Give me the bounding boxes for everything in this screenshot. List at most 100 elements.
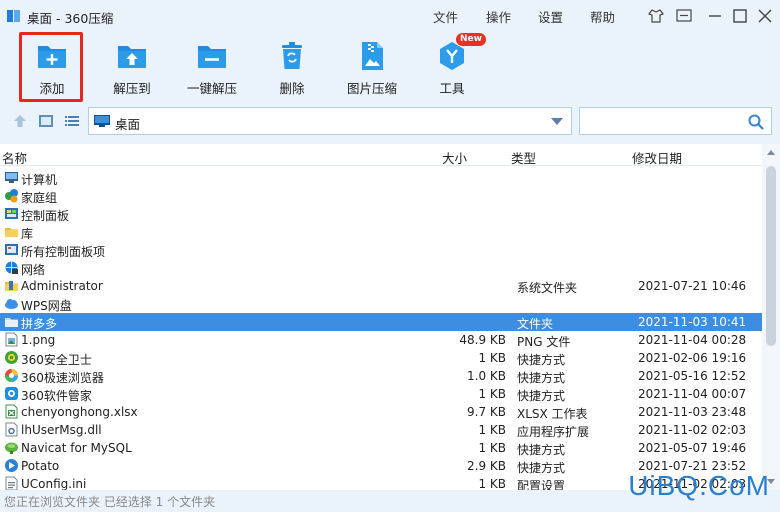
file-modified: 2021-11-04 00:28 (638, 333, 747, 347)
file-name: 家庭组 (21, 191, 58, 205)
file-row[interactable]: 计算机 (0, 169, 762, 187)
file-size: 1.0 KB (467, 369, 506, 383)
file-modified: 2021-11-03 10:41 (638, 315, 747, 329)
file-name: UConfig.ini (21, 477, 87, 490)
file-size: 48.9 KB (459, 333, 506, 347)
skin-icon[interactable] (647, 7, 665, 25)
file-modified: 2021-07-21 10:46 (638, 279, 747, 293)
file-name: chenyonghong.xlsx (21, 405, 138, 419)
file-size: 1 KB (478, 423, 506, 437)
360-software-icon (5, 387, 18, 400)
file-row[interactable]: 360软件管家 1 KB 快捷方式 2021-11-04 00:07 (0, 385, 762, 403)
close-icon[interactable] (756, 7, 774, 25)
file-type: 快捷方式 (517, 371, 566, 385)
image-compress-button[interactable]: 图片压缩 (340, 36, 404, 100)
trash-icon (282, 42, 302, 69)
file-name: WPS网盘 (21, 299, 72, 313)
col-modified[interactable]: 修改日期 (632, 148, 682, 167)
col-type[interactable]: 类型 (511, 148, 536, 167)
menu-help[interactable]: 帮助 (590, 7, 615, 26)
address-path: 桌面 (115, 117, 141, 132)
menu-settings[interactable]: 设置 (538, 7, 563, 26)
search-input[interactable] (579, 107, 772, 135)
feedback-icon[interactable] (675, 7, 693, 25)
file-type: 配置设置 (517, 479, 566, 490)
menu-file[interactable]: 文件 (433, 7, 458, 26)
file-name: 所有控制面板项 (21, 245, 106, 259)
vertical-scrollbar[interactable] (762, 144, 780, 490)
file-type: PNG 文件 (517, 335, 571, 349)
minimize-icon[interactable] (706, 7, 724, 25)
address-bar[interactable]: 桌面 (88, 107, 572, 135)
user-folder-icon (5, 281, 18, 291)
delete-label: 删除 (279, 81, 305, 96)
list-view-icon[interactable] (64, 113, 80, 129)
scroll-thumb[interactable] (766, 166, 776, 346)
watermark: UiBQ.CoM (628, 470, 770, 501)
extract-to-button[interactable]: 解压到 (100, 36, 164, 100)
file-type: 应用程序扩展 (517, 425, 590, 439)
menu-operate[interactable]: 操作 (486, 7, 511, 26)
scroll-up-icon[interactable] (767, 150, 775, 155)
file-row[interactable]: 家庭组 (0, 187, 762, 205)
col-name[interactable]: 名称 (2, 148, 27, 167)
file-name: lhUserMsg.dll (21, 423, 102, 437)
computer-icon (5, 172, 18, 183)
file-row[interactable]: chenyonghong.xlsx 9.7 KB XLSX 工作表 2021-11-0… (0, 403, 762, 421)
file-type: 快捷方式 (517, 461, 566, 475)
file-name: 360极速浏览器 (21, 371, 104, 385)
file-row[interactable]: 控制面板 (0, 205, 762, 223)
file-size: 1 KB (478, 477, 506, 490)
file-name: 库 (21, 227, 34, 241)
extract-to-label: 解压到 (113, 81, 151, 96)
detail-view-icon[interactable] (38, 113, 54, 129)
file-row[interactable]: Administrator 系统文件夹 2021-07-21 10:46 (0, 277, 762, 295)
delete-button[interactable]: 删除 (260, 36, 324, 100)
file-type: 快捷方式 (517, 353, 566, 367)
one-click-extract-label: 一键解压 (186, 81, 237, 96)
control-panel-icon (5, 208, 18, 219)
file-type: 系统文件夹 (517, 281, 578, 295)
list-header: 名称 大小 类型 修改日期 (0, 144, 762, 166)
file-row[interactable]: Navicat for MySQL 1 KB 快捷方式 2021-05-07 19:4… (0, 439, 762, 457)
file-type: 文件夹 (517, 317, 554, 331)
file-row[interactable]: 1.png 48.9 KB PNG 文件 2021-11-04 00:28 (0, 331, 762, 349)
file-name: Administrator (21, 279, 103, 293)
xlsx-file-icon (5, 404, 18, 419)
file-size: 1 KB (478, 351, 506, 365)
file-modified: 2021-05-16 12:52 (638, 369, 747, 383)
up-arrow-icon[interactable] (12, 113, 28, 129)
file-size: 9.7 KB (467, 405, 506, 419)
address-dropdown-icon[interactable] (551, 118, 563, 125)
search-icon[interactable] (747, 113, 765, 131)
new-badge: New (456, 33, 486, 46)
file-row[interactable]: WPS网盘 (0, 295, 762, 313)
extract-folder-icon (118, 46, 146, 68)
tools-label: 工具 (439, 81, 465, 96)
col-size[interactable]: 大小 (442, 148, 467, 167)
one-click-extract-button[interactable]: 一键解压 (180, 36, 244, 100)
file-row[interactable]: 360安全卫士 1 KB 快捷方式 2021-02-06 19:16 (0, 349, 762, 367)
file-row[interactable]: 库 (0, 223, 762, 241)
maximize-icon[interactable] (731, 7, 749, 25)
app-icon (7, 10, 20, 22)
file-name: 控制面板 (21, 209, 70, 223)
file-size: 2.9 KB (467, 459, 506, 473)
folder-icon (5, 318, 18, 327)
file-row[interactable]: 拼多多 文件夹 2021-11-03 10:41 (0, 313, 762, 331)
file-size: 1 KB (478, 441, 506, 455)
homegroup-icon (5, 189, 18, 203)
file-row[interactable]: 网络 (0, 259, 762, 277)
file-modified: 2021-05-07 19:46 (638, 441, 747, 455)
file-row[interactable]: lhUserMsg.dll 1 KB 应用程序扩展 2021-11-02 02:03 (0, 421, 762, 439)
all-control-items-icon (5, 244, 18, 255)
file-modified: 2021-02-06 19:16 (638, 351, 747, 365)
file-row[interactable]: 360极速浏览器 1.0 KB 快捷方式 2021-05-16 12:52 (0, 367, 762, 385)
potato-icon (5, 459, 18, 472)
title-bar: 桌面 - 360压缩 文件 操作 设置 帮助 (0, 0, 780, 32)
file-row[interactable]: 所有控制面板项 (0, 241, 762, 259)
library-icon (5, 228, 18, 237)
navicat-icon (5, 442, 18, 454)
file-name: Navicat for MySQL (21, 441, 132, 455)
360-browser-icon (5, 369, 18, 382)
